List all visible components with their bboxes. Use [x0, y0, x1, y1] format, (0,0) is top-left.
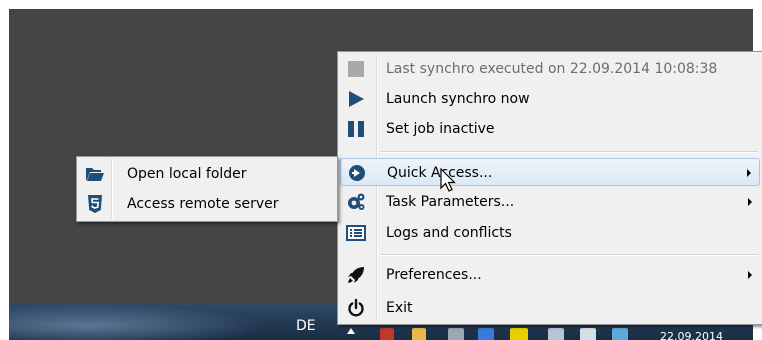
submenu-arrow-icon — [748, 198, 752, 206]
submenu-item-label: Open local folder — [127, 166, 247, 182]
submenu-arrow-icon — [747, 169, 751, 177]
gears-icon — [346, 192, 366, 212]
html5-icon — [85, 194, 105, 214]
list-icon — [346, 223, 366, 243]
tray-app-icon[interactable] — [580, 328, 596, 340]
submenu-item-label: Access remote server — [127, 196, 279, 212]
menu-item-label: Preferences... — [386, 267, 482, 283]
menu-item-exit[interactable]: Exit — [340, 294, 760, 322]
network-icon[interactable] — [448, 328, 464, 340]
play-icon — [346, 89, 366, 109]
tray-app-icon[interactable] — [478, 328, 494, 340]
rocket-icon — [346, 265, 366, 285]
menu-item-last-synchro: Last synchro executed on 22.09.2014 10:0… — [340, 55, 760, 83]
menu-item-set-job-inactive[interactable]: Set job inactive — [340, 115, 760, 143]
menu-item-label: Launch synchro now — [386, 91, 530, 107]
mouse-cursor-icon — [440, 168, 456, 192]
power-icon — [346, 298, 366, 318]
menu-item-quick-access[interactable]: Quick Access... — [340, 158, 760, 186]
menu-item-logs-conflicts[interactable]: Logs and conflicts — [340, 219, 760, 247]
pause-icon — [346, 119, 366, 139]
tray-app-icon[interactable] — [612, 328, 628, 340]
menu-separator — [380, 254, 758, 256]
quick-access-submenu: Open local folder Access remote server — [76, 156, 338, 222]
submenu-item-access-remote-server[interactable]: Access remote server — [79, 190, 335, 218]
tray-app-icon[interactable] — [412, 328, 426, 340]
menu-item-task-parameters[interactable]: Task Parameters... — [340, 188, 760, 216]
menu-item-label: Exit — [386, 300, 413, 316]
arrow-circle-right-icon — [347, 163, 367, 183]
menu-item-label: Set job inactive — [386, 121, 495, 137]
tray-context-menu: Last synchro executed on 22.09.2014 10:0… — [337, 51, 762, 325]
menu-item-label: Logs and conflicts — [386, 225, 512, 241]
tray-app-icon[interactable] — [380, 328, 394, 340]
taskbar-glow — [9, 304, 269, 340]
menu-item-launch-synchro[interactable]: Launch synchro now — [340, 85, 760, 113]
submenu-item-open-local-folder[interactable]: Open local folder — [79, 160, 335, 188]
folder-open-icon — [85, 164, 105, 184]
menu-item-preferences[interactable]: Preferences... — [340, 261, 760, 289]
tray-clock-date[interactable]: 22.09.2014 — [660, 331, 723, 340]
submenu-arrow-icon — [748, 271, 752, 279]
show-hidden-icons-button[interactable] — [347, 328, 355, 334]
menu-separator — [380, 151, 758, 153]
status-square-icon — [346, 59, 366, 79]
language-indicator[interactable]: DE — [296, 318, 316, 334]
menu-item-label: Last synchro executed on 22.09.2014 10:0… — [386, 61, 718, 77]
volume-icon[interactable] — [548, 328, 564, 340]
tray-app-icon[interactable] — [510, 328, 528, 340]
